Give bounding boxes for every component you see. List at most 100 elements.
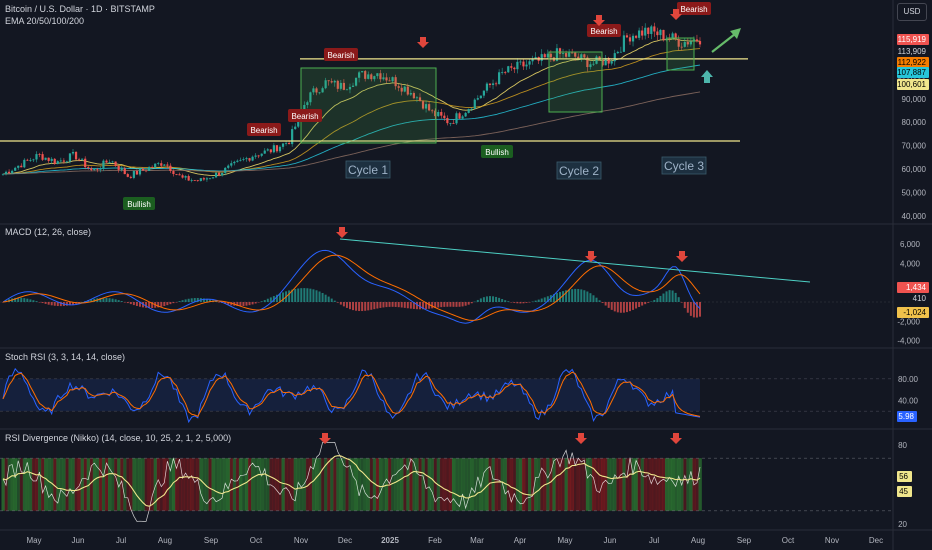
macd-histogram-bar xyxy=(166,302,169,306)
price-candle xyxy=(482,90,485,96)
rsi-heat-bar xyxy=(470,458,474,511)
macd-histogram-bar xyxy=(580,289,583,302)
rsi-heat-bar xyxy=(658,458,663,511)
macd-histogram-bar xyxy=(498,297,501,302)
rsi-heat-bar xyxy=(281,458,285,511)
price-candle xyxy=(74,152,78,160)
macd-histogram-bar xyxy=(616,302,619,313)
rsi-heat-bar xyxy=(695,458,699,511)
price-candle xyxy=(23,159,26,168)
rsi-heat-bar xyxy=(193,458,197,511)
rsi-heat-bar xyxy=(661,458,666,511)
price-candle xyxy=(151,167,154,168)
price-candle xyxy=(20,165,23,168)
macd-histogram-bar xyxy=(504,300,507,302)
macd-histogram-bar xyxy=(406,302,409,309)
macd-histogram-bar xyxy=(513,302,516,303)
macd-histogram-bar xyxy=(537,299,540,302)
macd-histogram-bar xyxy=(364,302,367,311)
macd-histogram-bar xyxy=(586,291,589,302)
price-candle xyxy=(184,176,187,178)
price-candle xyxy=(117,165,120,170)
price-candle xyxy=(613,53,616,62)
price-candle xyxy=(59,160,62,162)
macd-pane-label[interactable]: MACD (12, 26, close) xyxy=(5,227,91,237)
price-candle xyxy=(485,83,489,91)
macd-histogram-bar xyxy=(479,298,482,302)
stoch-pane-label[interactable]: Stoch RSI (3, 3, 14, 14, close) xyxy=(5,352,125,362)
price-candle xyxy=(638,30,641,38)
price-candle xyxy=(214,172,218,178)
x-tick-label: Nov xyxy=(294,536,308,545)
macd-histogram-bar xyxy=(132,302,135,306)
macd-histogram-bar xyxy=(397,302,400,308)
macd-histogram-bar xyxy=(318,291,321,302)
rsi-heat-bar xyxy=(229,458,234,511)
price-candle xyxy=(224,167,227,173)
rsi-heat-bar xyxy=(181,458,185,511)
price-candle xyxy=(491,83,495,85)
macd-histogram-bar xyxy=(260,301,263,302)
rsi-heat-bar xyxy=(77,458,81,511)
rsi-heat-bar xyxy=(643,458,648,511)
macd-histogram-bar xyxy=(105,297,108,302)
macd-histogram-bar xyxy=(32,300,35,302)
stoch-band xyxy=(0,378,700,412)
macd-histogram-bar xyxy=(53,302,56,306)
macd-histogram-bar xyxy=(619,302,622,313)
macd-histogram-bar xyxy=(306,288,309,302)
currency-button[interactable]: USD xyxy=(897,3,927,21)
macd-histogram-bar xyxy=(251,302,254,305)
price-candle xyxy=(178,174,181,176)
macd-histogram-bar xyxy=(540,298,543,302)
price-candle xyxy=(87,167,90,169)
macd-y-tick-label: 6,000 xyxy=(900,240,921,249)
price-candle xyxy=(90,168,93,171)
rsi-heat-bar xyxy=(397,458,401,511)
macd-histogram-bar xyxy=(635,302,638,309)
price-candle xyxy=(65,161,69,163)
price-candle xyxy=(619,51,622,53)
macd-histogram-bar xyxy=(577,288,580,302)
main-y-tick-label: 80,000 xyxy=(902,118,927,127)
price-candle xyxy=(628,37,632,42)
macd-histogram-bar xyxy=(175,302,178,303)
macd-histogram-bar xyxy=(394,302,397,307)
price-candle xyxy=(479,95,482,99)
macd-histogram-bar xyxy=(184,299,187,302)
macd-histogram-bar xyxy=(388,302,391,307)
macd-histogram-bar xyxy=(108,298,111,302)
rsi-heat-bar xyxy=(74,458,78,511)
rsi-heat-bar xyxy=(598,458,602,511)
chart-canvas[interactable]: 100,00090,00080,00070,00060,00050,00040,… xyxy=(0,0,932,550)
macd-histogram-bar xyxy=(601,302,604,303)
rsi-heat-bar xyxy=(71,458,75,511)
rsi-heat-bar xyxy=(257,458,261,511)
rsi-heat-bar xyxy=(625,458,629,511)
macd-histogram-bar xyxy=(218,302,221,303)
price-candle xyxy=(221,172,224,176)
price-candle xyxy=(641,30,644,36)
macd-histogram-bar xyxy=(321,292,324,302)
stoch-value-text: 5.98 xyxy=(898,412,914,421)
price-candle xyxy=(507,66,510,73)
macd-histogram-bar xyxy=(254,302,257,304)
ema-indicator-label[interactable]: EMA 20/50/100/200 xyxy=(5,16,84,26)
price-candle xyxy=(123,168,126,175)
macd-histogram-bar xyxy=(178,301,181,302)
rsi-heat-bar xyxy=(244,458,249,511)
macd-histogram-bar xyxy=(638,302,641,307)
rsi-heat-bar xyxy=(339,458,343,511)
rsi-heat-bar xyxy=(263,458,267,511)
macd-y-tick-label: -2,000 xyxy=(897,317,920,326)
rsi-heat-bar xyxy=(604,458,608,511)
x-tick-label: Oct xyxy=(782,536,795,545)
rsi-pane-label[interactable]: RSI Divergence (Nikko) (14, close, 10, 2… xyxy=(5,433,231,443)
price-candle xyxy=(543,54,546,58)
price-candle xyxy=(695,39,699,42)
rsi-heat-bar xyxy=(28,458,33,511)
macd-y-tick-label: -4,000 xyxy=(897,337,920,346)
rsi-heat-bar xyxy=(497,458,501,511)
rsi-heat-bar xyxy=(65,458,69,511)
price-candle xyxy=(531,59,534,62)
